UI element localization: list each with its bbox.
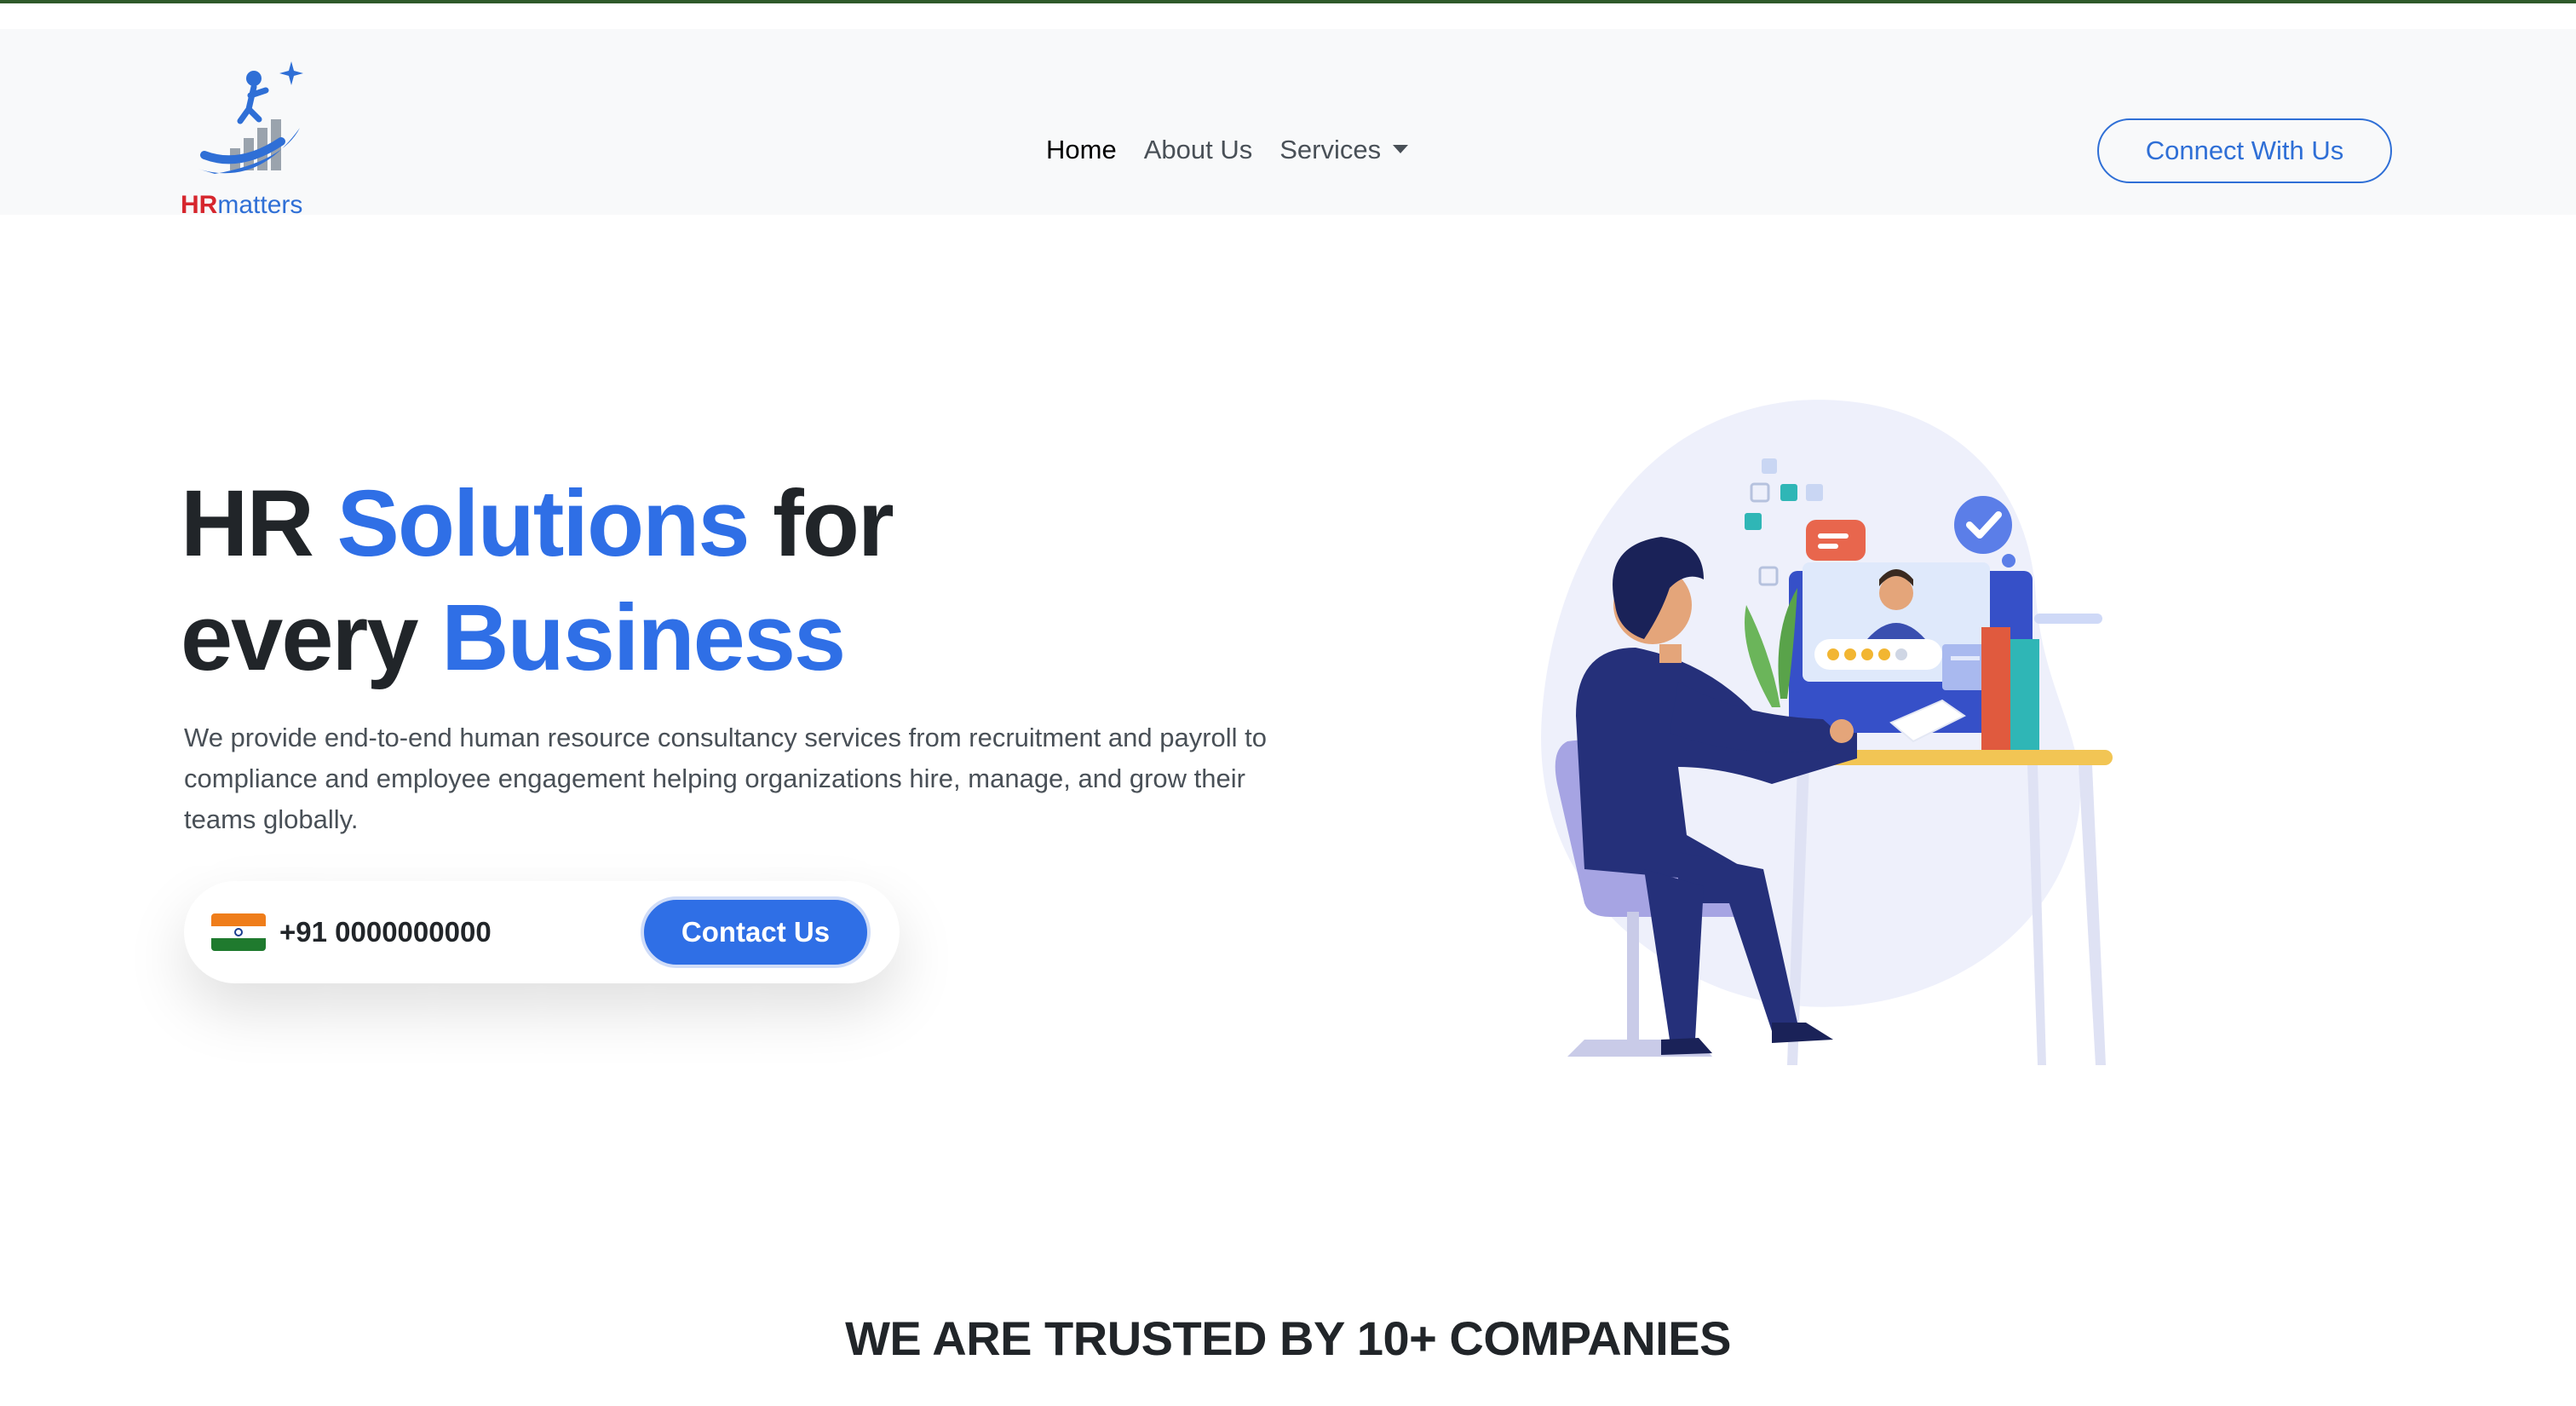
trusted-companies-heading: WE ARE TRUSTED BY 10+ COMPANIES [845,1311,1731,1365]
nav-services-dropdown[interactable]: Services [1266,131,1422,169]
navbar: HRmatters Home About Us Services Connect… [0,29,2576,219]
hero-title-highlight-business: Business [441,585,846,690]
hero-title-part2: for [748,471,894,576]
nav-services-label: Services [1279,135,1382,164]
logo-hr-text: HR [181,191,218,219]
phone-number: +91 0000000000 [279,916,492,948]
top-accent-line [0,0,2576,3]
hr-matters-logo[interactable]: HRmatters [181,60,324,219]
hero-title: HR Solutions for every Business [181,467,894,695]
nav-home-link[interactable]: Home [1032,131,1130,169]
person-at-desk-illustration-icon [1541,400,2113,1065]
nav-about-link[interactable]: About Us [1130,131,1267,169]
hero-title-highlight-solutions: Solutions [336,471,750,576]
phone-contact-bar: +91 0000000000 Contact Us [184,881,900,983]
hero-title-part1: HR [181,471,337,576]
india-flag-icon [211,913,266,951]
connect-with-us-button[interactable]: Connect With Us [2097,118,2392,183]
hero-description: We provide end-to-end human resource con… [184,723,1268,834]
chevron-down-icon [1393,144,1409,153]
logo-graphic-icon [198,61,303,174]
main-nav: Home About Us Services [1032,131,1422,169]
hero-illustration [1516,392,2164,1074]
contact-us-button[interactable]: Contact Us [641,896,871,968]
logo-matters-text: matters [217,191,303,219]
hero-title-part3: every [181,585,442,690]
